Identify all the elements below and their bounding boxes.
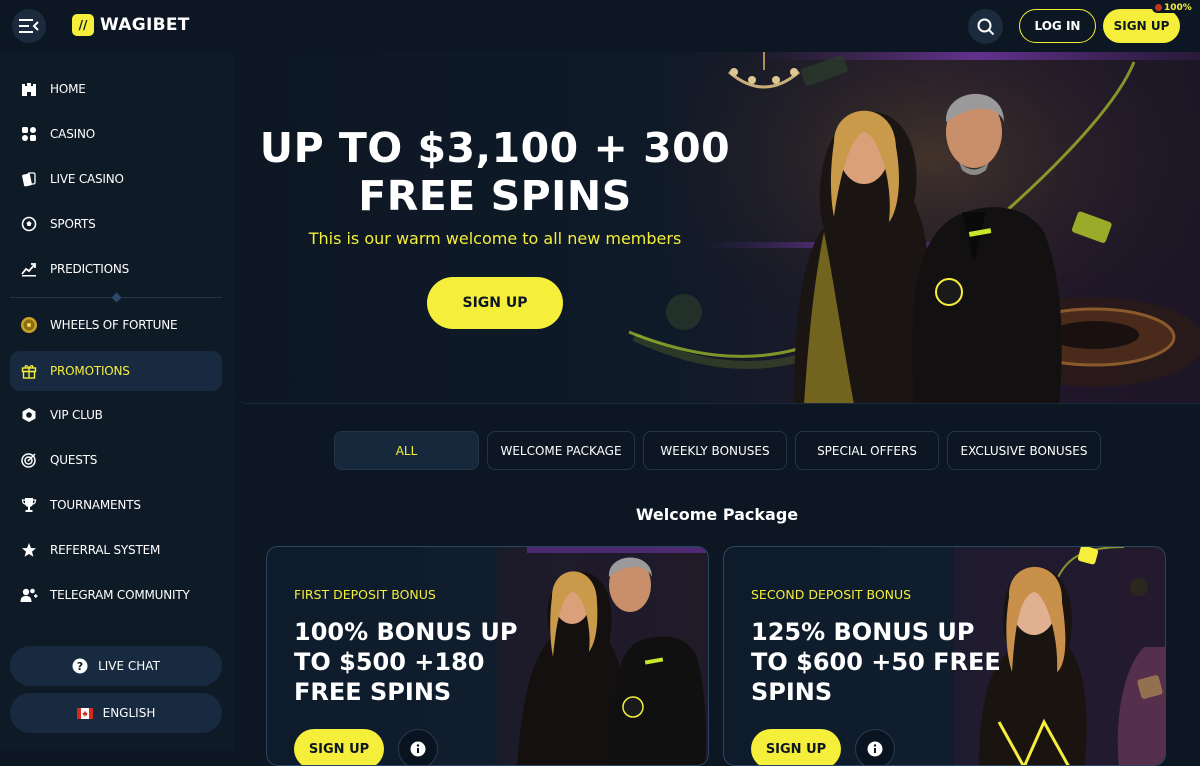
search-button[interactable] xyxy=(968,9,1003,44)
sidebar-item-tournaments[interactable]: TOURNAMENTS xyxy=(10,485,222,525)
sidebar-item-home[interactable]: HOME xyxy=(10,69,222,109)
casino-icon xyxy=(20,125,38,143)
castle-icon xyxy=(20,80,38,98)
tab-all[interactable]: ALL xyxy=(334,431,479,470)
users-icon xyxy=(20,586,38,604)
live-chat-label: LIVE CHAT xyxy=(98,659,160,673)
gift-icon xyxy=(20,362,38,380)
divider-ornament xyxy=(111,292,122,303)
sidebar-item-live-casino[interactable]: LIVE CASINO xyxy=(10,159,222,199)
info-icon xyxy=(867,741,883,757)
sidebar-item-telegram-community[interactable]: TELEGRAM COMMUNITY xyxy=(10,575,222,615)
promo-card-second-deposit[interactable]: SECOND DEPOSIT BONUS 125% BONUS UP TO $6… xyxy=(723,546,1166,766)
card-kicker: SECOND DEPOSIT BONUS xyxy=(751,587,912,602)
chart-icon xyxy=(20,260,38,278)
live-chat-button[interactable]: ? LIVE CHAT xyxy=(10,646,222,686)
hero-banner: UP TO $3,100 + 300 FREE SPINS This is ou… xyxy=(234,52,1200,404)
section-title: Welcome Package xyxy=(635,505,799,524)
wheel-icon xyxy=(20,316,38,334)
sidebar-item-wheels-of-fortune[interactable]: WHEELS OF FORTUNE xyxy=(10,305,222,345)
card-title: 100% BONUS UP TO $500 +180 FREE SPINS xyxy=(294,618,518,706)
canada-flag-icon xyxy=(76,707,93,719)
logo-mark-icon: // xyxy=(72,14,94,36)
sidebar-item-label: SPORTS xyxy=(50,217,96,231)
menu-icon xyxy=(19,19,39,33)
card-info-button[interactable] xyxy=(855,729,895,765)
hero-title-line-1: UP TO $3,100 + 300 xyxy=(259,124,731,172)
hero-subtitle: This is our warm welcome to all new memb… xyxy=(308,229,682,248)
target-icon xyxy=(20,451,38,469)
language-label: ENGLISH xyxy=(102,706,156,720)
tab-welcome-package[interactable]: WELCOME PACKAGE xyxy=(487,431,635,470)
sidebar-item-vip-club[interactable]: VIP CLUB xyxy=(10,395,222,435)
language-selector[interactable]: ENGLISH xyxy=(10,693,222,733)
card-signup-button[interactable]: SIGN UP xyxy=(751,729,841,765)
signup-badge-text: 100% xyxy=(1164,3,1192,13)
sidebar-item-sports[interactable]: SPORTS xyxy=(10,204,222,244)
sidebar-item-referral-system[interactable]: REFERRAL SYSTEM xyxy=(10,530,222,570)
sidebar-item-label: REFERRAL SYSTEM xyxy=(50,543,161,557)
card-info-button[interactable] xyxy=(398,729,438,765)
sidebar-item-quests[interactable]: QUESTS xyxy=(10,440,222,480)
card-title: 125% BONUS UP TO $600 +50 FREE SPINS xyxy=(751,618,1001,706)
svg-text:?: ? xyxy=(77,660,83,673)
sidebar-item-promotions[interactable]: PROMOTIONS xyxy=(10,351,222,391)
signup-button[interactable]: SIGN UP xyxy=(1103,9,1180,43)
sidebar-item-label: VIP CLUB xyxy=(50,408,103,422)
sidebar-item-label: TOURNAMENTS xyxy=(50,498,141,512)
card-signup-button[interactable]: SIGN UP xyxy=(294,729,384,765)
sidebar-item-casino[interactable]: CASINO xyxy=(10,114,222,154)
promotion-filter-tabs: ALL WELCOME PACKAGE WEEKLY BONUSES SPECI… xyxy=(334,431,1101,470)
sidebar: HOME CASINO LIVE CASINO SPORTS PREDICTIO… xyxy=(0,52,234,750)
tab-weekly-bonuses[interactable]: WEEKLY BONUSES xyxy=(643,431,787,470)
brand-name: WAGIBET xyxy=(100,15,190,35)
vip-icon xyxy=(20,406,38,424)
tab-special-offers[interactable]: SPECIAL OFFERS xyxy=(795,431,939,470)
tab-exclusive-bonuses[interactable]: EXCLUSIVE BONUSES xyxy=(947,431,1101,470)
hero-title: UP TO $3,100 + 300 FREE SPINS xyxy=(234,124,756,220)
main-content: UP TO $3,100 + 300 FREE SPINS This is ou… xyxy=(234,52,1200,766)
sidebar-item-label: PROMOTIONS xyxy=(50,364,130,378)
sidebar-item-label: HOME xyxy=(50,82,86,96)
promo-card-first-deposit[interactable]: FIRST DEPOSIT BONUS 100% BONUS UP TO $50… xyxy=(266,546,709,766)
sidebar-item-label: WHEELS OF FORTUNE xyxy=(50,318,178,332)
search-icon xyxy=(977,18,994,35)
menu-toggle-button[interactable] xyxy=(12,9,46,43)
card-kicker: FIRST DEPOSIT BONUS xyxy=(294,587,436,602)
hero-background-art xyxy=(628,52,1200,403)
hero-title-line-2: FREE SPINS xyxy=(358,172,632,220)
login-button[interactable]: LOG IN xyxy=(1019,9,1096,43)
help-icon: ? xyxy=(72,658,88,674)
top-bar: // WAGIBET LOG IN SIGN UP 100% xyxy=(0,0,1200,52)
hero-signup-button[interactable]: SIGN UP xyxy=(427,277,563,329)
sidebar-item-label: PREDICTIONS xyxy=(50,262,130,276)
signup-bonus-badge: 100% xyxy=(1152,3,1195,13)
badge-dot-icon xyxy=(1155,4,1162,11)
soccer-ball-icon xyxy=(20,215,38,233)
sidebar-item-label: CASINO xyxy=(50,127,95,141)
star-icon xyxy=(20,541,38,559)
sidebar-item-label: QUESTS xyxy=(50,453,98,467)
cards-icon xyxy=(20,170,38,188)
trophy-icon xyxy=(20,496,38,514)
sidebar-item-label: LIVE CASINO xyxy=(50,172,124,186)
info-icon xyxy=(410,741,426,757)
sidebar-item-predictions[interactable]: PREDICTIONS xyxy=(10,249,222,289)
brand-logo[interactable]: // WAGIBET xyxy=(72,14,190,36)
sidebar-item-label: TELEGRAM COMMUNITY xyxy=(50,588,190,602)
